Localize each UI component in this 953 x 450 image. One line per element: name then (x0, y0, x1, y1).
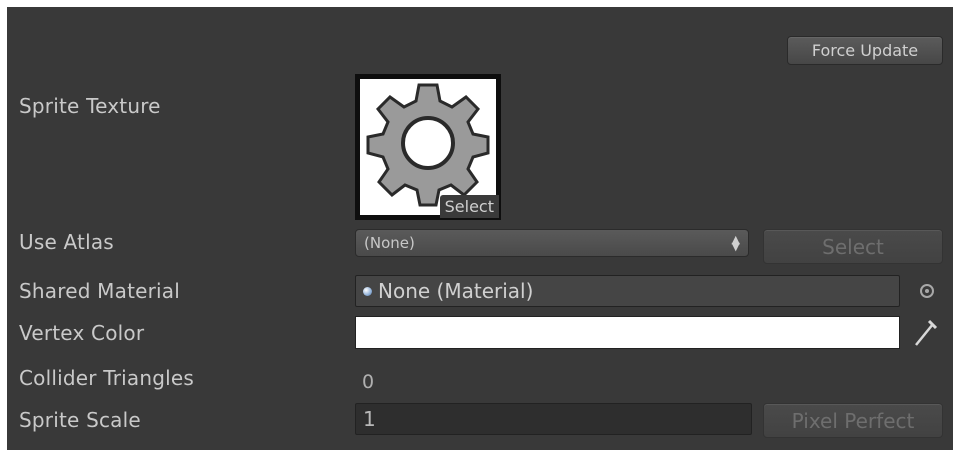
force-update-button[interactable]: Force Update (787, 36, 943, 65)
use-atlas-label: Use Atlas (19, 230, 114, 254)
material-sphere-icon (363, 286, 372, 296)
sprite-scale-field[interactable]: 1 (355, 403, 752, 435)
atlas-dropdown[interactable]: (None) ▲ ▼ (355, 229, 749, 257)
collider-triangles-value: 0 (362, 371, 375, 393)
shared-material-value: None (Material) (378, 279, 534, 303)
eyedropper-icon[interactable] (913, 318, 939, 348)
sprite-scale-label: Sprite Scale (19, 408, 141, 432)
vertex-color-label: Vertex Color (19, 321, 145, 345)
vertex-color-swatch[interactable] (355, 316, 900, 349)
shared-material-field[interactable]: None (Material) (355, 275, 900, 307)
object-picker-icon[interactable] (920, 284, 934, 298)
pixel-perfect-button[interactable]: Pixel Perfect (763, 403, 943, 438)
atlas-selected-value: (None) (364, 234, 415, 252)
atlas-select-button[interactable]: Select (763, 229, 943, 264)
shared-material-label: Shared Material (19, 279, 181, 303)
sprite-texture-label: Sprite Texture (19, 94, 161, 118)
sprite-select-button[interactable]: Select (439, 195, 499, 218)
sprite-texture-field[interactable]: Select (355, 74, 501, 220)
dropdown-arrows-icon: ▲ ▼ (731, 233, 740, 253)
collider-triangles-label: Collider Triangles (19, 366, 195, 390)
inspector-panel: Force Update Sprite Texture Select Use A… (7, 7, 953, 450)
